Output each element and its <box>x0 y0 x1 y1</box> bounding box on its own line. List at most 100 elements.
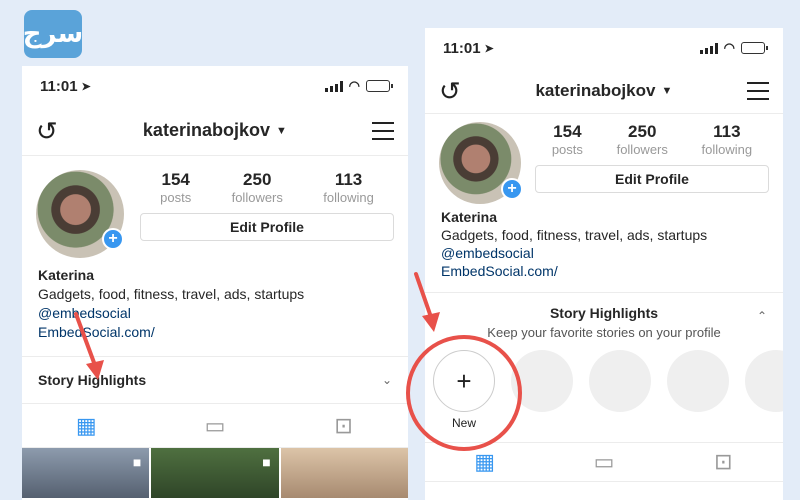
posts-stat[interactable]: 154 posts <box>160 170 191 205</box>
new-highlight-label: New <box>451 416 476 430</box>
grid-icon[interactable]: ▦ <box>455 449 515 475</box>
location-icon: ➤ <box>81 80 91 93</box>
status-time: 11:01 ➤ <box>40 78 91 95</box>
following-label: following <box>323 190 374 205</box>
handle-link[interactable]: @embedsocial <box>38 304 392 323</box>
followers-label: followers <box>616 142 668 157</box>
following-label: following <box>701 142 753 157</box>
profile-navbar: ↺ katerinabojkov ▼ <box>425 68 783 114</box>
posts-stat[interactable]: 154 posts <box>552 122 583 157</box>
phone-screen-right: 11:01 ➤ ◠ ↺ katerinabojkov ▼ + 154 posts <box>425 28 783 500</box>
website-link[interactable]: EmbedSocial.com/ <box>38 323 392 342</box>
username-switcher[interactable]: katerinabojkov ▼ <box>143 120 287 141</box>
profile-name: Katerina <box>38 267 95 283</box>
edit-profile-button[interactable]: Edit Profile <box>140 213 394 241</box>
posts-count: 154 <box>161 170 190 189</box>
status-bar: 11:01 ➤ ◠ <box>22 66 408 106</box>
feed-icon[interactable]: ▭ <box>185 413 245 439</box>
bio-section: Katerina Gadgets, food, fitness, travel,… <box>425 204 783 280</box>
handle-link[interactable]: @embedsocial <box>441 244 767 262</box>
highlight-circles: + New <box>425 340 783 430</box>
post-thumbnail[interactable] <box>280 448 408 498</box>
highlight-placeholder <box>589 350 651 412</box>
chevron-up-icon[interactable]: ⌃ <box>757 309 767 323</box>
chevron-down-icon: ⌄ <box>381 373 392 387</box>
bio-text: Gadgets, food, fitness, travel, ads, sta… <box>441 227 708 243</box>
story-highlights-panel: Story Highlights Keep your favorite stor… <box>425 292 783 442</box>
location-icon: ➤ <box>484 42 494 55</box>
feed-icon[interactable]: ▭ <box>574 449 634 475</box>
post-thumbnail[interactable]: ■ <box>151 448 279 498</box>
following-stat[interactable]: 113 following <box>323 170 374 205</box>
system-indicators: ◠ <box>699 40 768 56</box>
menu-icon[interactable] <box>371 121 394 140</box>
chevron-down-icon: ▼ <box>661 84 673 97</box>
profile-name: Katerina <box>441 209 498 225</box>
status-bar: 11:01 ➤ ◠ <box>425 28 783 68</box>
profile-tabs: ▦ ▭ ⊡ <box>22 404 408 448</box>
profile-navbar: ↺ katerinabojkov ▼ <box>22 106 408 156</box>
signal-icon <box>699 42 718 54</box>
following-count: 113 <box>713 122 741 141</box>
profile-tabs: ▦ ▭ ⊡ <box>425 442 783 482</box>
tagged-icon[interactable]: ⊡ <box>693 449 753 475</box>
posts-label: posts <box>160 190 192 205</box>
followers-stat[interactable]: 250 followers <box>232 170 283 205</box>
username-switcher[interactable]: katerinabojkov ▼ <box>535 81 672 101</box>
followers-count: 250 <box>628 122 657 141</box>
site-logo: سرج <box>23 10 83 58</box>
battery-icon <box>366 80 393 92</box>
followers-label: followers <box>231 190 283 205</box>
posts-label: posts <box>551 142 583 157</box>
stats-column: 154 posts 250 followers 113 following Ed… <box>140 170 394 241</box>
post-grid: ■ ■ <box>22 448 408 498</box>
add-story-icon[interactable]: + <box>501 178 523 200</box>
avatar-container[interactable]: + <box>36 170 124 258</box>
stats-row: 154 posts 250 followers 113 following <box>140 170 394 205</box>
history-icon[interactable]: ↺ <box>439 78 461 104</box>
story-highlights-title: Story Highlights <box>38 372 147 388</box>
story-highlights-subtitle: Keep your favorite stories on your profi… <box>487 325 721 340</box>
video-icon: ■ <box>262 454 271 470</box>
history-icon[interactable]: ↺ <box>36 118 58 144</box>
time-text: 11:01 <box>443 39 481 57</box>
status-time: 11:01 ➤ <box>443 40 494 57</box>
username-label: katerinabojkov <box>142 120 270 140</box>
following-stat[interactable]: 113 following <box>702 122 753 157</box>
story-highlights-toggle[interactable]: Story Highlights ⌄ <box>22 356 408 404</box>
wifi-icon: ◠ <box>723 40 735 55</box>
profile-header: + 154 posts 250 followers 113 following … <box>22 156 408 258</box>
phone-screen-left: 11:01 ➤ ◠ ↺ katerinabojkov ▼ + 154 posts <box>22 66 408 500</box>
wifi-icon: ◠ <box>348 78 360 93</box>
battery-icon <box>741 42 768 54</box>
followers-stat[interactable]: 250 followers <box>617 122 668 157</box>
highlight-placeholder <box>745 350 783 412</box>
post-thumbnail[interactable]: ■ <box>22 448 150 498</box>
signal-icon <box>324 80 343 92</box>
menu-icon[interactable] <box>747 81 769 100</box>
story-highlights-title: Story Highlights <box>549 305 659 321</box>
edit-profile-button[interactable]: Edit Profile <box>535 165 769 193</box>
add-story-icon[interactable]: + <box>102 228 124 250</box>
tagged-icon[interactable]: ⊡ <box>314 413 374 439</box>
profile-header: + 154 posts 250 followers 113 following … <box>425 114 783 204</box>
time-text: 11:01 <box>40 77 78 95</box>
system-indicators: ◠ <box>324 78 393 94</box>
posts-count: 154 <box>553 122 582 141</box>
new-highlight[interactable]: + New <box>433 350 495 430</box>
new-highlight-button[interactable]: + <box>433 350 495 412</box>
chevron-down-icon: ▼ <box>275 124 287 137</box>
following-count: 113 <box>334 170 363 189</box>
avatar-container[interactable]: + <box>439 122 523 204</box>
bio-section: Katerina Gadgets, food, fitness, travel,… <box>22 258 408 342</box>
username-label: katerinabojkov <box>535 80 656 100</box>
stats-row: 154 posts 250 followers 113 following <box>535 122 769 157</box>
highlight-placeholder <box>667 350 729 412</box>
bio-text: Gadgets, food, fitness, travel, ads, sta… <box>38 286 305 302</box>
grid-icon[interactable]: ▦ <box>56 413 116 439</box>
stats-column: 154 posts 250 followers 113 following Ed… <box>535 122 769 193</box>
highlight-placeholder <box>511 350 573 412</box>
followers-count: 250 <box>243 170 272 189</box>
video-icon: ■ <box>132 454 142 470</box>
website-link[interactable]: EmbedSocial.com/ <box>441 262 767 280</box>
